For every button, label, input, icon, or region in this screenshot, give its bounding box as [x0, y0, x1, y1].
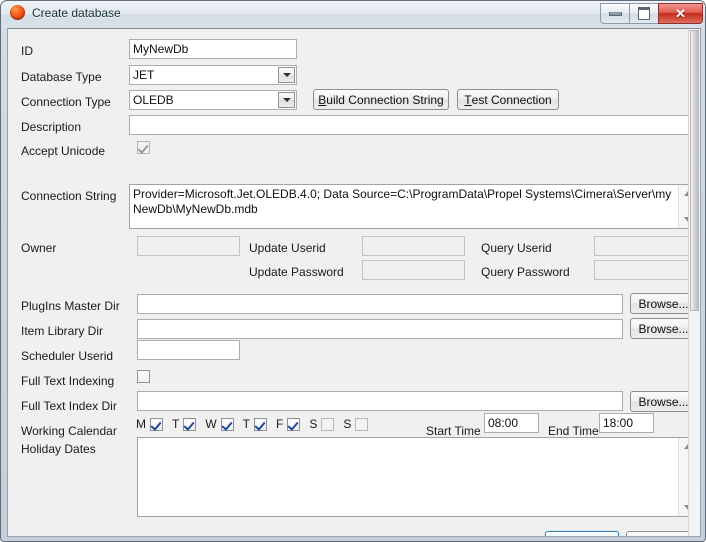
sphere-icon — [10, 5, 25, 20]
owner-input — [137, 236, 240, 256]
connection-type-label: Connection Type — [21, 95, 111, 109]
day-toggle-tuesday[interactable]: T — [172, 417, 197, 431]
query-userid-input — [594, 236, 697, 256]
browse-plugins-master-dir-button[interactable]: Browse... — [630, 293, 697, 314]
update-password-input — [362, 260, 465, 280]
day-checkbox-wednesday[interactable] — [220, 417, 234, 431]
database-type-value: JET — [133, 68, 155, 82]
day-label-friday: F — [276, 417, 284, 431]
end-time-label: End Time — [548, 424, 599, 438]
ok-button[interactable]: OK — [545, 531, 619, 537]
day-checkbox-tuesday[interactable] — [183, 417, 197, 431]
owner-label: Owner — [21, 241, 57, 255]
browse-full-text-index-dir-button[interactable]: Browse... — [630, 391, 697, 412]
day-toggle-sunday[interactable]: S — [343, 417, 369, 431]
minimize-button[interactable] — [600, 3, 629, 24]
connection-type-select[interactable]: OLEDB — [129, 90, 297, 110]
id-label: ID — [21, 44, 33, 58]
item-library-dir-input[interactable] — [137, 319, 623, 339]
title-bar-left: Create database — [10, 5, 121, 20]
cancel-accel: C — [644, 536, 653, 537]
test-connection-accel: T — [464, 92, 472, 107]
day-label-wednesday: W — [205, 417, 217, 431]
database-type-label: Database Type — [21, 70, 102, 84]
day-label-monday: M — [136, 417, 146, 431]
chevron-down-icon[interactable] — [278, 92, 295, 108]
test-connection-button[interactable]: Test Connection — [457, 89, 559, 110]
browse-item-library-dir-button[interactable]: Browse... — [630, 318, 697, 339]
day-checkbox-friday[interactable] — [287, 417, 301, 431]
window-controls: ✕ — [600, 3, 703, 24]
content-scrollbar[interactable] — [688, 29, 700, 536]
ok-label: K — [583, 536, 591, 537]
full-text-index-dir-label: Full Text Index Dir — [21, 399, 117, 413]
cancel-label: ancel — [653, 536, 682, 537]
build-connection-string-label: uild Connection String — [326, 92, 444, 107]
plugins-master-dir-label: PlugIns Master Dir — [21, 299, 120, 313]
update-userid-input — [362, 236, 465, 256]
day-checkbox-sunday[interactable] — [355, 417, 369, 431]
dialog-client-area: ID MyNewDb Database Type JET Connection … — [7, 28, 701, 537]
day-toggle-wednesday[interactable]: W — [205, 417, 234, 431]
day-toggle-friday[interactable]: F — [276, 417, 301, 431]
description-label: Description — [21, 120, 82, 134]
day-label-thursday: T — [242, 417, 251, 431]
day-checkbox-monday[interactable] — [150, 417, 163, 431]
connection-string-label: Connection String — [21, 189, 117, 203]
query-userid-label: Query Userid — [481, 241, 552, 255]
id-input[interactable]: MyNewDb — [129, 39, 297, 59]
accept-unicode-label: Accept Unicode — [21, 144, 106, 158]
minimize-icon — [608, 11, 622, 16]
day-label-saturday: S — [309, 417, 318, 431]
description-input[interactable] — [129, 115, 697, 135]
update-userid-label: Update Userid — [249, 241, 326, 255]
start-time-input[interactable]: 08:00 — [484, 413, 539, 433]
end-time-input[interactable]: 18:00 — [599, 413, 654, 433]
day-checkbox-saturday[interactable] — [321, 417, 335, 431]
build-connection-string-button[interactable]: Build Connection String — [313, 89, 449, 110]
accept-unicode-checkbox — [137, 141, 150, 154]
maximize-icon — [638, 7, 650, 20]
build-connection-string-accel: B — [318, 92, 327, 107]
day-toggle-monday[interactable]: M — [136, 417, 163, 431]
scheduler-userid-label: Scheduler Userid — [21, 349, 114, 363]
connection-string-value: Provider=Microsoft.Jet.OLEDB.4.0; Data S… — [133, 187, 672, 216]
start-time-label: Start Time — [426, 424, 481, 438]
day-checkbox-thursday[interactable] — [254, 417, 268, 431]
window-title: Create database — [32, 5, 121, 20]
create-database-dialog: Create database ✕ ID MyNewDb Database Ty… — [0, 0, 706, 542]
full-text-indexing-label: Full Text Indexing — [21, 374, 115, 388]
close-button[interactable]: ✕ — [658, 3, 703, 24]
working-calendar-days: M T W T F S S — [136, 415, 377, 433]
close-icon: ✕ — [675, 5, 686, 21]
full-text-index-dir-input[interactable] — [137, 391, 623, 411]
connection-type-value: OLEDB — [133, 93, 174, 107]
holiday-dates-label: Holiday Dates — [21, 442, 96, 456]
test-connection-label: est Connection — [471, 92, 552, 107]
scheduler-userid-input[interactable] — [137, 340, 240, 360]
day-toggle-thursday[interactable]: T — [242, 417, 268, 431]
database-type-select[interactable]: JET — [129, 65, 297, 85]
ok-accel: O — [573, 536, 582, 537]
maximize-button[interactable] — [629, 3, 658, 24]
holiday-dates-textarea[interactable] — [137, 437, 697, 517]
query-password-input — [594, 260, 697, 280]
connection-string-textarea[interactable]: Provider=Microsoft.Jet.OLEDB.4.0; Data S… — [129, 184, 697, 229]
update-password-label: Update Password — [249, 265, 344, 279]
day-label-tuesday: T — [172, 417, 180, 431]
working-calendar-label: Working Calendar — [21, 424, 117, 438]
full-text-indexing-checkbox[interactable] — [137, 370, 150, 383]
plugins-master-dir-input[interactable] — [137, 294, 623, 314]
chevron-down-icon[interactable] — [278, 67, 295, 83]
database-form: ID MyNewDb Database Type JET Connection … — [8, 29, 700, 537]
day-toggle-saturday[interactable]: S — [309, 417, 335, 431]
title-bar[interactable]: Create database ✕ — [1, 1, 705, 28]
day-label-sunday: S — [343, 417, 352, 431]
content-scrollbar-thumb[interactable] — [690, 30, 699, 311]
query-password-label: Query Password — [481, 265, 570, 279]
item-library-dir-label: Item Library Dir — [21, 324, 104, 338]
